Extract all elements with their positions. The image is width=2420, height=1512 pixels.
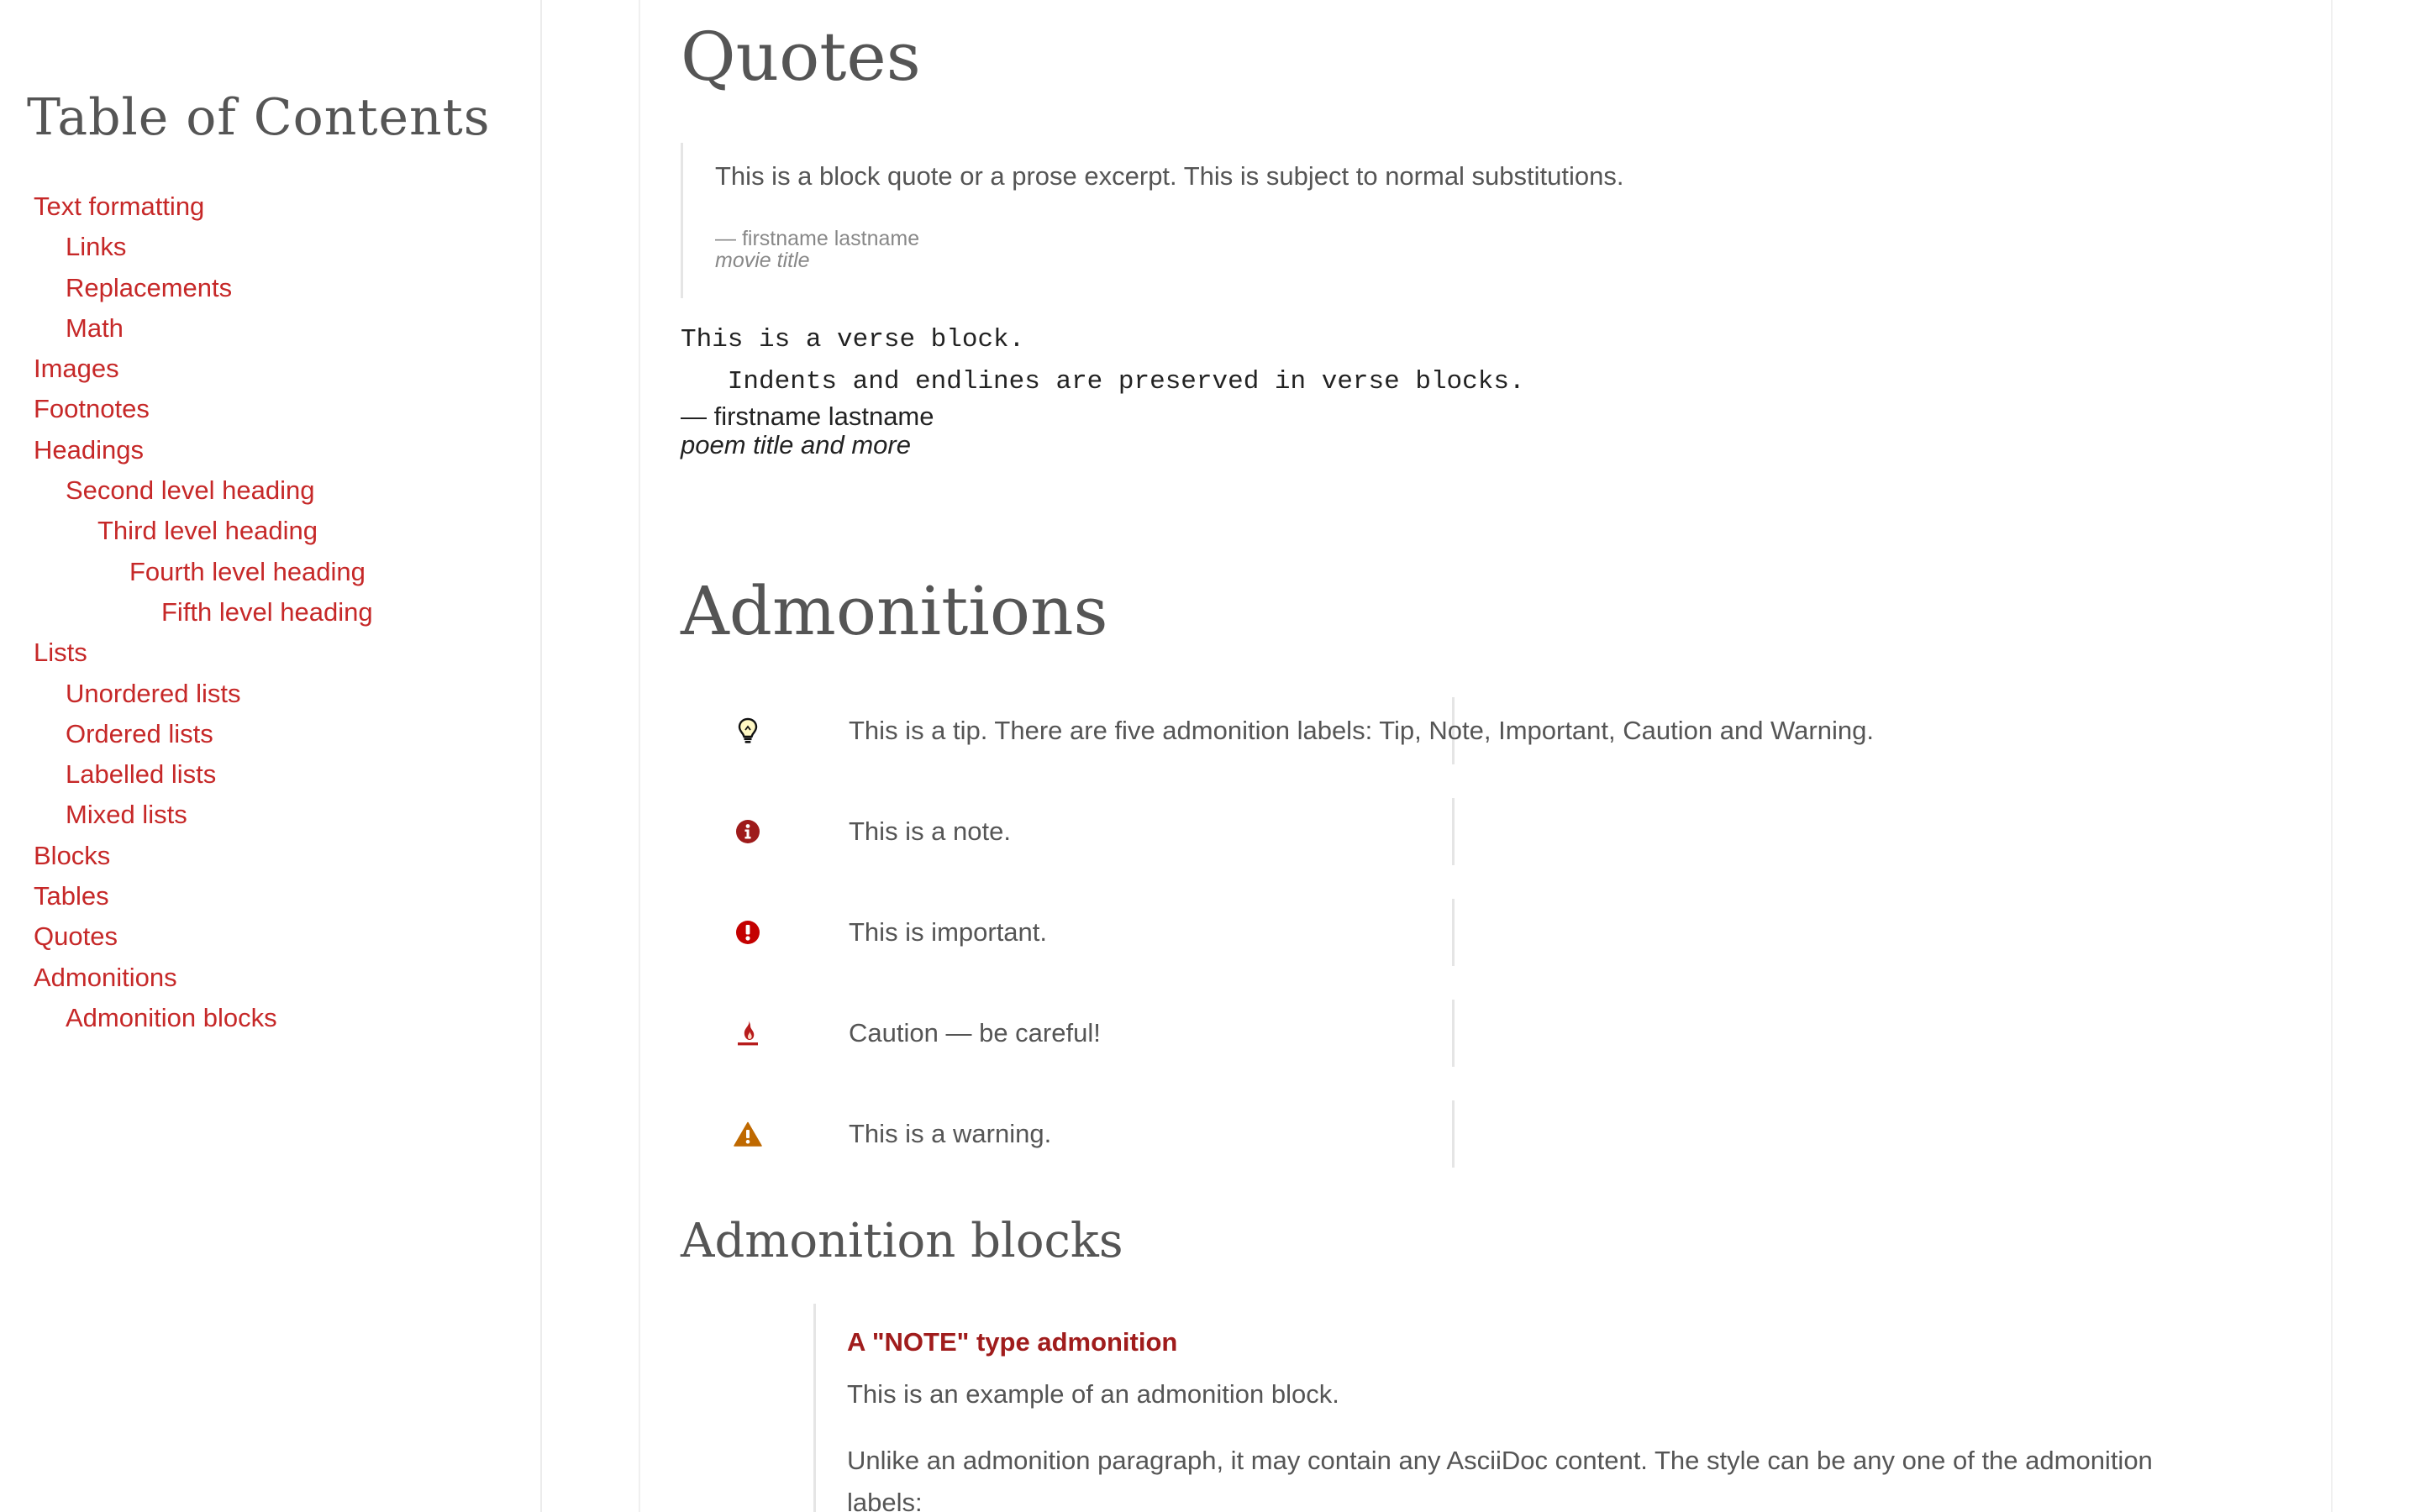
toc-link-admonitions[interactable]: Admonitions [34,958,373,998]
toc-link-replacements[interactable]: Replacements [66,268,373,308]
toc-link-labelled-lists[interactable]: Labelled lists [66,754,373,795]
toc-link-links[interactable]: Links [66,227,373,267]
admonition-text: This is a tip. There are five admonition… [849,716,1874,745]
admonition-text: This is a note. [849,816,1011,846]
main-content: Quotes This is a block quote or a prose … [639,0,2333,1512]
toc-title: Table of Contents [27,88,491,147]
admonition-important: This is important. [681,899,2277,966]
admonition-divider [1452,1100,1455,1168]
admonition-note: This is a note. [681,798,2277,865]
toc-link-text-formatting[interactable]: Text formatting [34,186,373,227]
toc-link-fifth-level-heading[interactable]: Fifth level heading [161,592,373,633]
toc-link-admonition-blocks[interactable]: Admonition blocks [66,998,373,1038]
section-title-admonition-blocks: Admonition blocks [681,1214,1123,1268]
verse-cite: poem title and more [681,430,911,459]
toc-link-unordered-lists[interactable]: Unordered lists [66,674,373,714]
exclamation-circle-icon [681,899,815,966]
admonition-tip: This is a tip. There are five admonition… [681,697,2277,764]
toc-link-lists[interactable]: Lists [34,633,373,673]
fire-icon [681,1000,815,1067]
toc-link-math[interactable]: Math [66,308,373,349]
toc-link-mixed-lists[interactable]: Mixed lists [66,795,373,835]
toc-link-ordered-lists[interactable]: Ordered lists [66,714,373,754]
verse-author: — firstname lastname [681,402,934,431]
toc-sidebar: Table of Contents Text formatting Links … [0,0,542,1512]
toc-link-footnotes[interactable]: Footnotes [34,389,373,429]
blockquote-cite: movie title [715,249,810,272]
info-circle-icon [681,798,815,865]
lightbulb-icon [681,697,815,764]
admonition-divider [1452,899,1455,966]
warning-triangle-icon [681,1100,815,1168]
admonition-block-paragraph: This is an example of an admonition bloc… [847,1379,1339,1409]
admonition-block-note: A "NOTE" type admonition This is an exam… [813,1304,2292,1512]
toc-link-tables[interactable]: Tables [34,876,373,916]
section-title-quotes: Quotes [681,18,921,96]
toc-link-fourth-level-heading[interactable]: Fourth level heading [129,552,373,592]
toc-link-quotes[interactable]: Quotes [34,916,373,957]
admonition-text: Caution — be careful! [849,1018,1101,1047]
admonition-caution: Caution — be careful! [681,1000,2277,1067]
blockquote-text: This is a block quote or a prose excerpt… [715,161,1624,191]
blockquote-author: — firstname lastname [715,227,920,250]
toc-link-headings[interactable]: Headings [34,430,373,470]
section-title-admonitions: Admonitions [681,572,1108,650]
admonition-text: This is important. [849,917,1048,947]
admonition-block-heading: A "NOTE" type admonition [847,1327,1178,1357]
toc-link-blocks[interactable]: Blocks [34,836,373,876]
admonition-divider [1452,1000,1455,1067]
toc-link-third-level-heading[interactable]: Third level heading [97,511,373,551]
toc-link-second-level-heading[interactable]: Second level heading [66,470,373,511]
blockquote: This is a block quote or a prose excerpt… [681,143,1857,298]
admonition-warning: This is a warning. [681,1100,2277,1168]
toc-list: Text formatting Links Replacements Math … [34,186,373,1038]
admonition-text: This is a warning. [849,1119,1052,1148]
toc-link-images[interactable]: Images [34,349,373,389]
admonition-divider [1452,798,1455,865]
verse-line: This is a verse block. [681,325,1025,354]
admonition-block-paragraph: Unlike an admonition paragraph, it may c… [847,1446,2153,1512]
verse-line: Indents and endlines are preserved in ve… [681,367,1525,396]
